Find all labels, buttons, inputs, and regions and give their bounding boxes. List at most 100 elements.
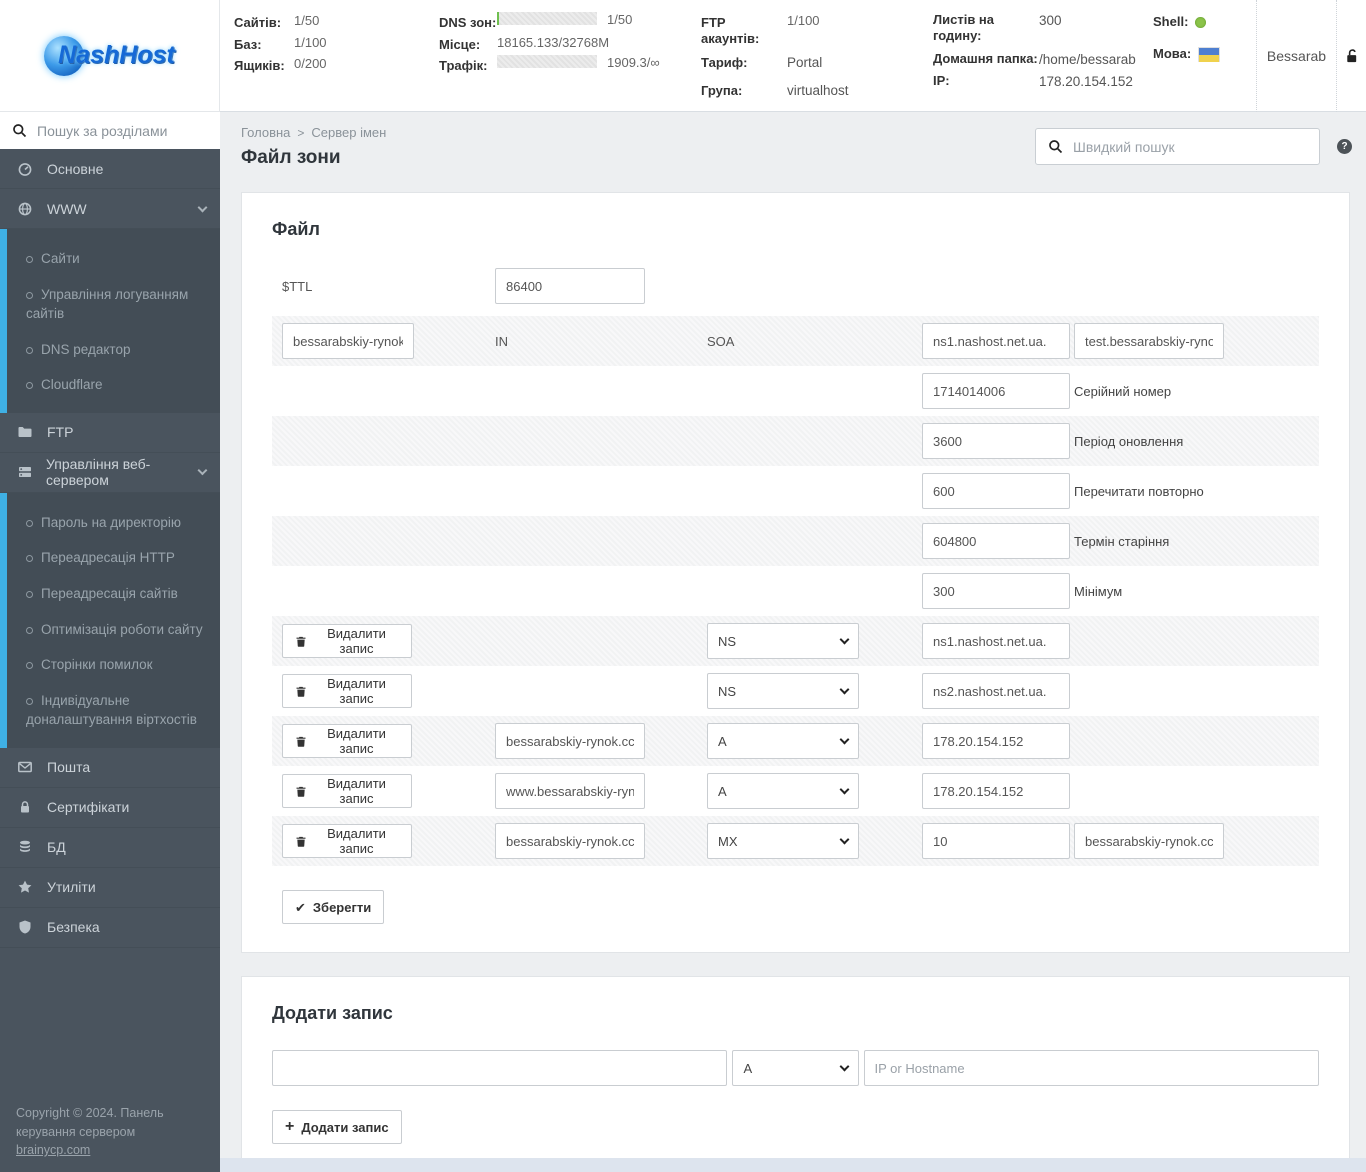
stat-label: Мова: (1153, 46, 1192, 62)
brainycp-link[interactable]: brainycp.com (16, 1143, 90, 1157)
sidebar-subitem-dns-editor[interactable]: DNS редактор (7, 332, 220, 368)
record-target-input[interactable] (1074, 823, 1224, 859)
help-button[interactable]: ? (1337, 139, 1352, 154)
stat-label: DNS зон: (439, 15, 497, 30)
copyright: Copyright © 2024. Панель керування серве… (16, 1105, 164, 1158)
sidebar-item-databases[interactable]: БД (0, 828, 220, 868)
retry-input[interactable] (922, 473, 1070, 509)
sidebar-subitem-vhost-custom[interactable]: Індивідуальне доналаштування віртхостів (7, 683, 220, 738)
sidebar-subitem-error-pages[interactable]: Сторінки помилок (7, 647, 220, 683)
nashhost-logo[interactable]: NashHost (0, 0, 220, 112)
new-record-value-input[interactable] (863, 1050, 1319, 1086)
record-type-select[interactable]: NS (707, 623, 859, 659)
user-menu[interactable]: Bessarab (1256, 0, 1336, 112)
bullet-icon (26, 697, 33, 705)
bullet-icon (26, 590, 33, 598)
sidebar-item-label: Сертифікати (47, 799, 130, 816)
record-type-select[interactable]: A (707, 723, 859, 759)
sidebar-item-main[interactable]: Основне (0, 149, 220, 189)
card-title: Додати запис (272, 1003, 393, 1023)
bottom-strip (220, 1158, 1366, 1172)
record-name-input[interactable] (495, 773, 645, 809)
record-priority-input[interactable] (922, 823, 1070, 859)
sidebar-item-label: Утиліти (47, 879, 96, 896)
new-record-type-select[interactable]: A (732, 1050, 859, 1086)
logo-text: NashHost (58, 41, 175, 69)
language-switcher[interactable]: Мова: (1153, 46, 1249, 62)
sidebar-subitem-http-redirect[interactable]: Переадресація HTTP (7, 540, 220, 576)
stat-plan: Тариф: Portal (701, 52, 933, 71)
refresh-input[interactable] (922, 423, 1070, 459)
soa-admin-email-input[interactable] (1074, 323, 1224, 359)
stat-label: Домашня папка: (933, 50, 1038, 66)
record-type-select[interactable]: MX (707, 823, 859, 859)
folder-icon (17, 424, 34, 440)
sidebar-subitem-site-logging[interactable]: Управління логуванням сайтів (7, 277, 220, 332)
shield-icon (17, 919, 34, 935)
stat-letters-per-hour: Листів на годину: 300 (933, 12, 1153, 45)
record-value-input[interactable] (922, 723, 1070, 759)
record-row: Видалити запис NS (272, 616, 1319, 666)
quick-search-input[interactable] (1073, 138, 1307, 155)
sidebar-search-input[interactable] (37, 122, 218, 139)
breadcrumb-current: Сервер імен (311, 125, 387, 140)
trash-icon (296, 836, 306, 847)
soa-param-row: Перечитати повторно (272, 466, 1319, 516)
soa-primary-ns-input[interactable] (922, 323, 1070, 359)
delete-record-button[interactable]: Видалити запис (282, 624, 412, 658)
serial-input[interactable] (922, 373, 1070, 409)
delete-record-button[interactable]: Видалити запис (282, 674, 412, 708)
delete-record-button[interactable]: Видалити запис (282, 824, 412, 858)
stat-dns-zones: DNS зон: 1/50 (439, 12, 701, 31)
expire-input[interactable] (922, 523, 1070, 559)
sidebar-subitem-sites[interactable]: Сайти (7, 241, 220, 277)
sidebar-nav: Основне WWW Сайти Управління логуванням … (0, 149, 220, 948)
sidebar-subitem-cloudflare[interactable]: Cloudflare (7, 367, 220, 403)
sidebar-item-security[interactable]: Безпека (0, 908, 220, 948)
logout-button[interactable] (1336, 0, 1366, 112)
breadcrumb-home[interactable]: Головна (241, 125, 290, 140)
sidebar-subitem-site-redirect[interactable]: Переадресація сайтів (7, 576, 220, 612)
account-stats: Сайтів: 1/50 Баз: 1/100 Ящиків: 0/200 DN… (220, 0, 1256, 112)
add-record-button[interactable]: + Додати запис (272, 1110, 402, 1144)
soa-name-input[interactable] (282, 323, 414, 359)
record-name-input[interactable] (495, 823, 645, 859)
save-button[interactable]: ✔ Зберегти (282, 890, 385, 924)
sidebar-search[interactable] (0, 112, 220, 149)
record-value-input[interactable] (922, 773, 1070, 809)
add-record-card: Додати запис A + Додати запис (241, 976, 1350, 1172)
record-value-input[interactable] (922, 623, 1070, 659)
soa-class: IN (495, 333, 508, 349)
stat-home-dir: Домашня папка: /home/bessarab (933, 51, 1153, 67)
stat-value: 1909.3/∞ (607, 55, 660, 71)
sidebar-item-label: БД (47, 839, 66, 856)
record-type-select[interactable]: NS (707, 673, 859, 709)
database-icon (17, 839, 34, 855)
delete-record-button[interactable]: Видалити запис (282, 774, 412, 808)
stat-value: 1/100 (787, 13, 820, 28)
sidebar-item-certificates[interactable]: Сертифікати (0, 788, 220, 828)
sidebar-subitem-dir-password[interactable]: Пароль на директорію (7, 505, 220, 541)
ttl-input[interactable] (495, 268, 645, 304)
sidebar-item-ftp[interactable]: FTP (0, 413, 220, 453)
sidebar-subitem-site-optimization[interactable]: Оптимізація роботи сайту (7, 612, 220, 648)
bullet-icon (26, 382, 33, 390)
record-value-input[interactable] (922, 673, 1070, 709)
new-record-name-input[interactable] (272, 1050, 728, 1086)
param-label: Термін старіння (1074, 533, 1170, 549)
bullet-icon (26, 256, 33, 263)
quick-search[interactable] (1035, 128, 1320, 165)
lock-icon (17, 799, 34, 815)
sidebar-item-utilities[interactable]: Утиліти (0, 868, 220, 908)
ttl-row: $TTL (272, 266, 1319, 306)
sidebar-item-mail[interactable]: Пошта (0, 748, 220, 788)
record-type-select[interactable]: A (707, 773, 859, 809)
sidebar-item-www[interactable]: WWW (0, 189, 220, 229)
record-name-input[interactable] (495, 723, 645, 759)
zone-file-card: Файл $TTL IN SOA Серійний номер Період о… (241, 192, 1350, 953)
dashboard-icon (17, 161, 34, 177)
minimum-input[interactable] (922, 573, 1070, 609)
soa-param-row: Термін старіння (272, 516, 1319, 566)
delete-record-button[interactable]: Видалити запис (282, 724, 412, 758)
sidebar-item-webserver[interactable]: Управління веб-сервером (0, 453, 220, 493)
